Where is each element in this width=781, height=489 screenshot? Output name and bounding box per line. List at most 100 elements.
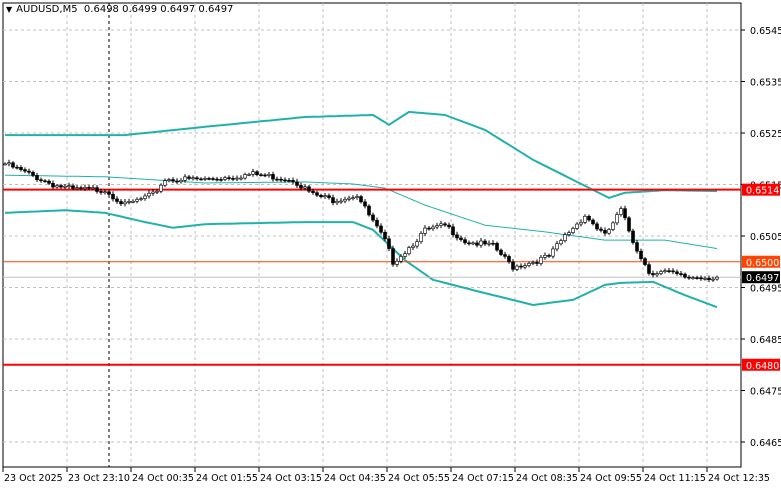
candle-body xyxy=(391,248,395,265)
candle-body xyxy=(259,174,263,176)
candle xyxy=(391,245,395,267)
dropdown-triangle-icon[interactable]: ▼ xyxy=(6,5,12,14)
candle-body xyxy=(491,242,495,245)
candle-body xyxy=(623,208,627,219)
candle-body xyxy=(183,176,187,181)
candle-body xyxy=(507,256,511,263)
candle-body xyxy=(151,191,155,194)
candle xyxy=(367,204,371,217)
price-chart[interactable]: 0.65450.65350.65250.65150.65050.64950.64… xyxy=(0,0,781,489)
plot-frame xyxy=(2,2,742,468)
candle-body xyxy=(203,178,207,180)
candle-body xyxy=(455,234,459,239)
candle-body xyxy=(111,193,115,200)
candle-body xyxy=(299,185,303,189)
candle-body xyxy=(271,174,275,180)
candle-body xyxy=(487,242,491,245)
candle-body xyxy=(75,187,79,189)
candle-body xyxy=(279,178,283,181)
candle-body xyxy=(43,180,47,183)
candle-body xyxy=(255,171,259,175)
candle-body xyxy=(679,273,683,275)
y-tick-label: 0.6485 xyxy=(750,335,781,346)
candle-body xyxy=(263,174,267,177)
candle-body xyxy=(187,176,191,179)
candle-body xyxy=(47,180,51,184)
candle-body xyxy=(387,238,391,249)
candle-body xyxy=(107,191,111,195)
candle-body xyxy=(215,178,219,181)
candle-body xyxy=(683,273,687,278)
candle-body xyxy=(375,219,379,227)
candle-body xyxy=(579,222,583,225)
candle-body xyxy=(231,178,235,180)
candle-body xyxy=(95,187,99,192)
candle-body xyxy=(511,261,515,270)
candle-body xyxy=(7,162,11,165)
candle-body xyxy=(547,255,551,257)
candle-body xyxy=(423,227,427,234)
candle-body xyxy=(383,231,387,240)
candle-body xyxy=(371,214,375,221)
candle-body xyxy=(619,208,623,215)
candle-body xyxy=(27,170,31,173)
candle-body xyxy=(463,239,467,244)
candle-body xyxy=(247,174,251,176)
candle-body xyxy=(175,180,179,183)
candle-body xyxy=(115,198,119,202)
candle-body xyxy=(539,257,543,264)
candle-body xyxy=(419,233,423,242)
candle-body xyxy=(251,171,255,175)
candle-body xyxy=(447,224,451,228)
x-tick-label: 24 Oct 00:35 xyxy=(132,473,194,484)
candle-body xyxy=(307,186,311,192)
candle-body xyxy=(707,278,711,281)
candle-body xyxy=(359,196,363,203)
candle-body xyxy=(595,223,599,230)
candle-body xyxy=(431,226,435,230)
candle-body xyxy=(591,219,595,225)
candle-body xyxy=(479,240,483,246)
candle-body xyxy=(15,166,19,169)
candle-body xyxy=(515,265,519,270)
candle-body xyxy=(323,195,327,198)
candle-body xyxy=(607,229,611,234)
candle-body xyxy=(139,198,143,200)
candle-body xyxy=(363,201,367,207)
candle-body xyxy=(179,179,183,183)
candle-body xyxy=(31,171,35,176)
candle-body xyxy=(335,201,339,204)
candle-body xyxy=(439,223,443,226)
candle-body xyxy=(415,241,419,247)
candle-body xyxy=(703,278,707,280)
candle-body xyxy=(411,245,415,248)
candle-body xyxy=(35,175,39,181)
candle-body xyxy=(71,185,75,189)
candle-body xyxy=(199,178,203,181)
candle-body xyxy=(639,250,643,259)
candle-body xyxy=(275,178,279,181)
candle-body xyxy=(443,223,447,226)
candle xyxy=(631,228,635,245)
candle-body xyxy=(543,255,547,258)
candle-body xyxy=(575,223,579,229)
candle-body xyxy=(583,215,587,223)
candle-body xyxy=(675,271,679,274)
x-tick-label: 24 Oct 08:35 xyxy=(516,473,578,484)
candle-body xyxy=(267,174,271,176)
candle-body xyxy=(631,230,635,243)
candle-body xyxy=(523,265,527,268)
level-label-0.6500: 0.6500 xyxy=(746,258,779,269)
y-tick-label: 0.6495 xyxy=(750,284,781,295)
candle-body xyxy=(603,230,607,234)
y-tick-label: 0.6475 xyxy=(750,387,781,398)
y-tick-label: 0.6545 xyxy=(750,26,781,37)
ohlc-readout: 0.6498 0.6499 0.6497 0.6497 xyxy=(83,4,234,15)
candle-body xyxy=(663,270,667,272)
candle-body xyxy=(11,162,15,168)
candle-body xyxy=(243,174,247,179)
candle-body xyxy=(671,270,675,273)
candle xyxy=(495,241,499,252)
x-tick-label: 24 Oct 11:15 xyxy=(644,473,706,484)
candle-body xyxy=(559,240,563,245)
